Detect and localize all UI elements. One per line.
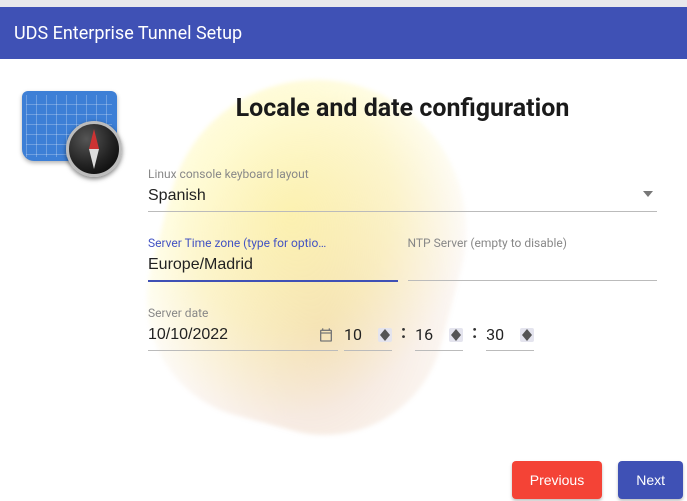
globe-compass-icon [18,89,126,179]
second-field[interactable]: 30 [486,325,534,351]
previous-button[interactable]: Previous [512,461,602,499]
server-date-field: Server date [148,306,338,351]
keyboard-layout-field: Linux console keyboard layout [148,167,657,212]
calendar-icon[interactable] [318,327,334,343]
timezone-field: Server Time zone (type for optio… [148,236,398,282]
second-value: 30 [486,325,520,344]
hour-field[interactable]: 10 [344,325,392,351]
chevron-down-icon [522,335,532,341]
content-area: Locale and date configuration Linux cons… [0,59,687,351]
hour-stepper[interactable] [378,328,392,342]
page-title: Locale and date configuration [148,94,657,123]
chevron-down-icon [380,335,390,341]
header-title: UDS Enterprise Tunnel Setup [14,23,242,44]
minute-stepper[interactable] [449,328,463,342]
timezone-label: Server Time zone (type for optio… [148,236,398,250]
ntp-field: NTP Server (empty to disable) [408,236,658,282]
header-bar: UDS Enterprise Tunnel Setup [0,7,687,59]
server-date-label: Server date [148,306,338,320]
keyboard-layout-select[interactable] [148,185,657,212]
wizard-footer: Previous Next [512,461,683,499]
hour-value: 10 [344,325,378,344]
window-top-strip [0,0,687,7]
minute-value: 16 [415,325,449,344]
next-button[interactable]: Next [618,461,683,499]
second-stepper[interactable] [520,328,534,342]
keyboard-layout-label: Linux console keyboard layout [148,167,657,181]
time-separator: : [469,322,480,351]
timezone-ntp-row: Server Time zone (type for optio… NTP Se… [148,236,657,282]
server-date-row: Server date 10 : 16 [148,306,657,351]
form-column: Locale and date configuration Linux cons… [148,89,657,351]
server-date-input[interactable] [148,324,338,351]
chevron-down-icon [451,335,461,341]
wizard-icon-column [18,89,148,351]
minute-field[interactable]: 16 [415,325,463,351]
ntp-label: NTP Server (empty to disable) [408,236,658,250]
time-separator: : [398,322,409,351]
timezone-input[interactable] [148,254,398,282]
ntp-input[interactable] [408,254,658,281]
